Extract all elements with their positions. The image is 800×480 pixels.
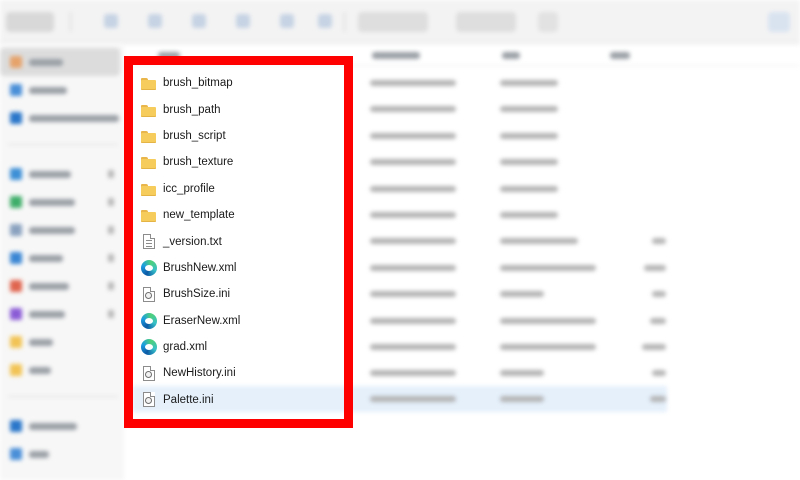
nav-item-downloads[interactable]	[10, 196, 75, 208]
toolbar-divider	[344, 12, 345, 32]
cloud-icon	[10, 420, 22, 432]
column-size[interactable]	[610, 52, 630, 59]
file-name: BrushSize.ini	[163, 288, 231, 301]
music-icon	[10, 280, 22, 292]
cloud-icon	[10, 112, 22, 124]
navigation-pane	[0, 44, 124, 480]
file-name: brush_bitmap	[163, 77, 233, 90]
list-item[interactable]: new_template	[136, 202, 346, 228]
new-button[interactable]	[6, 12, 54, 32]
pictures-icon	[10, 252, 22, 264]
folder-icon	[141, 207, 157, 223]
nav-item-desktop[interactable]	[10, 168, 71, 180]
list-item[interactable]: brush_bitmap	[136, 70, 346, 96]
file-name: icc_profile	[163, 182, 215, 195]
list-item[interactable]: icc_profile	[136, 176, 346, 202]
videos-icon	[10, 308, 22, 320]
folder-icon	[141, 75, 157, 91]
nav-divider	[8, 144, 118, 145]
edge-icon	[141, 259, 157, 276]
copy-icon[interactable]	[148, 14, 162, 28]
list-item[interactable]: brush_script	[136, 123, 346, 149]
nav-item-folder[interactable]	[10, 336, 53, 348]
file-name: brush_path	[163, 103, 221, 116]
desktop-icon	[10, 168, 22, 180]
nav-item-onedrive[interactable]	[10, 420, 77, 432]
file-name: brush_texture	[163, 156, 234, 169]
folder-icon	[10, 364, 22, 376]
ini-file-icon	[143, 286, 155, 302]
text-file-icon	[143, 234, 155, 250]
ini-file-icon	[143, 365, 155, 381]
nav-item-onedrive[interactable]	[10, 112, 119, 124]
folder-icon	[141, 128, 157, 144]
sort-button[interactable]	[358, 12, 428, 32]
paste-icon[interactable]	[192, 14, 206, 28]
file-name: Palette.ini	[163, 393, 214, 406]
list-item[interactable]: _version.txt	[136, 228, 346, 254]
file-name: EraserNew.xml	[163, 314, 241, 327]
pin-icon	[108, 170, 114, 178]
file-name: new_template	[163, 209, 235, 222]
pin-icon	[108, 226, 114, 234]
pin-icon	[108, 282, 114, 290]
share-icon[interactable]	[280, 14, 294, 28]
home-icon	[10, 56, 22, 68]
file-name: _version.txt	[163, 235, 222, 248]
list-item[interactable]: BrushNew.xml	[136, 255, 346, 281]
rename-icon[interactable]	[236, 14, 250, 28]
pin-icon	[108, 254, 114, 262]
nav-item-this-pc[interactable]	[10, 448, 49, 460]
edge-icon	[141, 339, 157, 356]
nav-item-home[interactable]	[10, 56, 63, 68]
ini-file-icon	[143, 392, 155, 408]
file-name: brush_script	[163, 129, 226, 142]
list-item-selected[interactable]: Palette.ini	[136, 387, 346, 413]
delete-icon[interactable]	[318, 14, 332, 28]
download-icon	[10, 196, 22, 208]
nav-item-folder[interactable]	[10, 364, 51, 376]
nav-divider	[8, 396, 118, 397]
column-header	[124, 44, 800, 66]
nav-item-pictures[interactable]	[10, 252, 63, 264]
list-item[interactable]: brush_texture	[136, 149, 346, 175]
gallery-icon	[10, 84, 22, 96]
list-item[interactable]: NewHistory.ini	[136, 360, 346, 386]
nav-item-gallery[interactable]	[10, 84, 67, 96]
list-item[interactable]: BrushSize.ini	[136, 281, 346, 307]
file-name: NewHistory.ini	[163, 367, 236, 380]
cut-icon[interactable]	[104, 14, 118, 28]
details-pane-button[interactable]	[768, 12, 790, 32]
column-name[interactable]	[158, 52, 180, 59]
list-item[interactable]: grad.xml	[136, 334, 346, 360]
folder-icon	[141, 154, 157, 170]
folder-icon	[141, 102, 157, 118]
more-options-button[interactable]	[538, 12, 558, 32]
nav-item-music[interactable]	[10, 280, 69, 292]
column-date-modified[interactable]	[372, 52, 420, 59]
nav-item-documents[interactable]	[10, 224, 75, 236]
list-item[interactable]: EraserNew.xml	[136, 308, 346, 334]
file-name: grad.xml	[163, 341, 208, 354]
toolbar-divider	[70, 12, 71, 32]
list-item[interactable]: brush_path	[136, 96, 346, 122]
computer-icon	[10, 448, 22, 460]
folder-icon	[10, 336, 22, 348]
documents-icon	[10, 224, 22, 236]
pin-icon	[108, 310, 114, 318]
view-button[interactable]	[456, 12, 516, 32]
command-bar	[0, 0, 800, 44]
file-name: BrushNew.xml	[163, 261, 237, 274]
nav-item-videos[interactable]	[10, 308, 65, 320]
file-list: brush_bitmap brush_path brush_script bru…	[136, 70, 346, 413]
column-type[interactable]	[502, 52, 520, 59]
edge-icon	[141, 312, 157, 329]
folder-icon	[141, 181, 157, 197]
pin-icon	[108, 198, 114, 206]
